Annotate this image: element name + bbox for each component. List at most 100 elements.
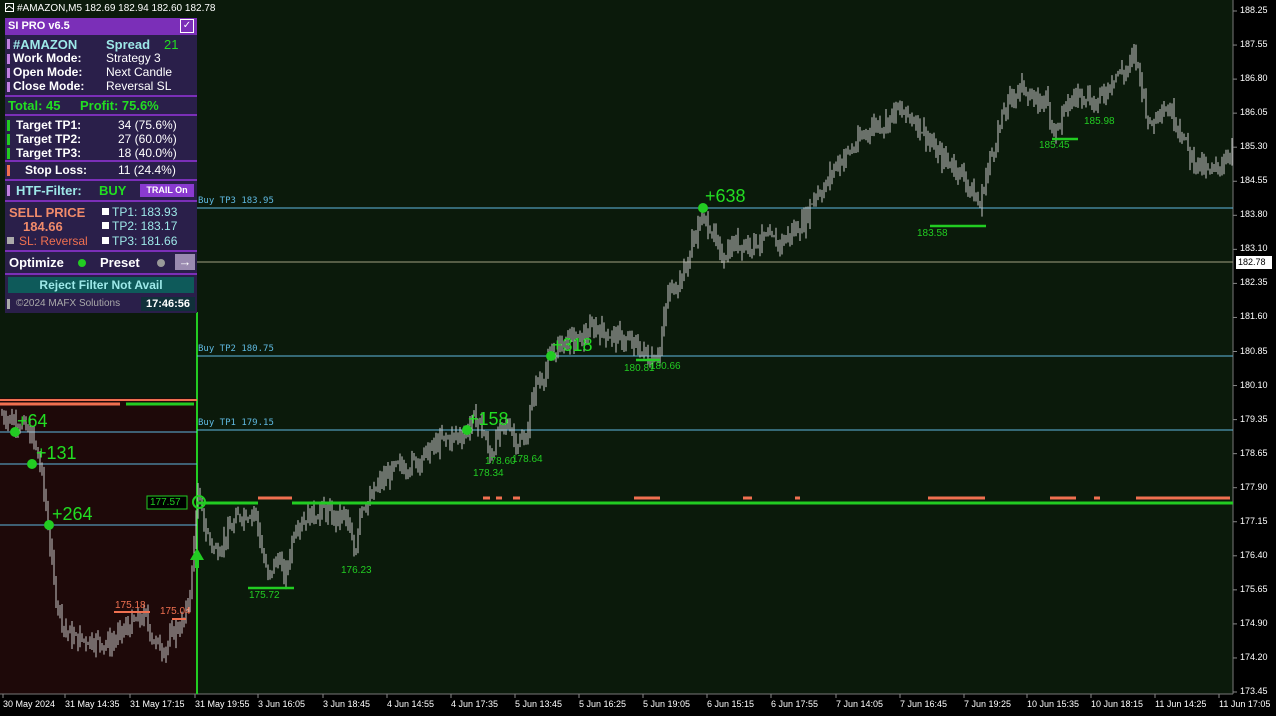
work-mode-value: Strategy 3 bbox=[106, 51, 161, 65]
trail-button[interactable]: TRAIL On bbox=[140, 184, 194, 197]
time-tick-label: 11 Jun 14:25 bbox=[1155, 699, 1207, 709]
sell-price-value: 184.66 bbox=[23, 219, 63, 234]
bullet-marker bbox=[7, 39, 10, 49]
price-tick-label: 180.85 bbox=[1240, 345, 1268, 356]
time-tick-label: 6 Jun 17:55 bbox=[771, 699, 819, 709]
optimize-button[interactable]: Optimize bbox=[9, 255, 64, 270]
price-tick-label: 174.20 bbox=[1240, 651, 1268, 662]
preset-arrow-button[interactable]: → bbox=[175, 254, 195, 270]
preset-button[interactable]: Preset bbox=[100, 255, 140, 270]
time-tick-label: 5 Jun 16:25 bbox=[579, 699, 627, 709]
price-tick-label: 177.15 bbox=[1240, 515, 1268, 526]
high-label-175-04: 175.04 bbox=[160, 606, 191, 617]
price-tick-label: 176.40 bbox=[1240, 549, 1268, 560]
low-label-180-66: 180.66 bbox=[650, 361, 681, 372]
tp1-profit-label: +158 bbox=[468, 409, 509, 429]
optimize-status-dot bbox=[78, 259, 86, 267]
sell-tp2-profit-label: +131 bbox=[36, 443, 77, 463]
tp-bullet bbox=[102, 208, 109, 215]
panel-title-bar: SI PRO v6.5 ✓ bbox=[5, 18, 197, 35]
time-tick-label: 11 Jun 17:05 bbox=[1219, 699, 1271, 709]
price-tick-label: 177.90 bbox=[1240, 481, 1268, 492]
bullet-marker bbox=[7, 134, 10, 145]
time-tick-label: 3 Jun 16:05 bbox=[258, 699, 306, 709]
spread-value: 21 bbox=[164, 37, 179, 52]
time-tick-label: 31 May 14:35 bbox=[65, 699, 120, 709]
tp2-price: TP2: 183.17 bbox=[112, 219, 178, 233]
tp1-stat-label: Target TP1: bbox=[16, 118, 82, 132]
time-tick-label: 4 Jun 17:35 bbox=[451, 699, 499, 709]
spread-label: Spread bbox=[106, 37, 151, 52]
open-mode-label: Open Mode: bbox=[13, 65, 83, 79]
price-tick-label: 184.55 bbox=[1240, 175, 1268, 186]
time-tick-label: 10 Jun 15:35 bbox=[1027, 699, 1080, 709]
time-tick-label: 7 Jun 19:25 bbox=[964, 699, 1012, 709]
tp3-stat-value: 18 (40.0%) bbox=[118, 146, 177, 160]
price-tick-label: 186.80 bbox=[1240, 73, 1268, 84]
time-tick-label: 30 May 2024 bbox=[3, 699, 56, 709]
panel-stoploss-row: Stop Loss: 11 (24.4%) bbox=[5, 162, 197, 179]
time-tick-label: 4 Jun 14:55 bbox=[387, 699, 435, 709]
price-tick-label: 185.30 bbox=[1240, 141, 1268, 152]
price-tick-label: 187.55 bbox=[1240, 39, 1268, 50]
symbol-bar: #AMAZON,M5 182.69 182.94 182.60 182.78 bbox=[5, 3, 215, 14]
chart-window-icon bbox=[5, 3, 14, 12]
high-label-175-18: 175.18 bbox=[115, 600, 146, 611]
stoploss-label: Stop Loss: bbox=[25, 163, 87, 177]
bullet-marker bbox=[7, 68, 10, 78]
si-pro-panel: SI PRO v6.5 ✓ #AMAZON Spread 21 Work Mod… bbox=[5, 18, 197, 313]
panel-total-row: Total: 45 Profit: 75.6% bbox=[5, 97, 197, 114]
tp2-stat-value: 27 (60.0%) bbox=[118, 132, 177, 146]
panel-reject-row: Reject Filter Not Avail bbox=[5, 275, 197, 295]
reject-filter-banner: Reject Filter Not Avail bbox=[8, 277, 194, 293]
tp2-stat-label: Target TP2: bbox=[16, 132, 82, 146]
price-tick-label: 186.05 bbox=[1240, 107, 1268, 118]
price-tick-label: 178.65 bbox=[1240, 447, 1268, 458]
price-tick-label: 175.65 bbox=[1240, 583, 1268, 594]
tp1-price: TP1: 183.93 bbox=[112, 205, 178, 219]
price-tick-label: 182.35 bbox=[1240, 277, 1268, 288]
sl-reversal-label: SL: Reversal bbox=[19, 234, 88, 248]
tp3-price: TP3: 181.66 bbox=[112, 234, 178, 248]
low-label-175-72: 175.72 bbox=[249, 590, 280, 601]
price-tick-label: 188.25 bbox=[1240, 5, 1268, 15]
panel-mode-section: #AMAZON Spread 21 Work Mode: Strategy 3 … bbox=[5, 35, 197, 95]
sell-tp3-profit-label: +264 bbox=[52, 504, 93, 524]
htf-filter-label: HTF-Filter: bbox=[16, 183, 82, 198]
price-tick-label: 183.10 bbox=[1240, 243, 1268, 254]
low-label-178-64: 178.64 bbox=[512, 454, 543, 465]
tp-bullet bbox=[102, 222, 109, 229]
total-profit: Profit: 75.6% bbox=[80, 98, 159, 113]
sell-tp1-profit-label: +64 bbox=[17, 411, 48, 431]
low-label-178-60: 178.60 bbox=[485, 456, 516, 467]
low-label-183-58: 183.58 bbox=[917, 228, 948, 239]
time-tick-label: 7 Jun 14:05 bbox=[836, 699, 884, 709]
panel-footer: ©2024 MAFX Solutions 17:46:56 bbox=[5, 295, 197, 313]
panel-signal-section: SELL PRICE 184.66 SL: Reversal TP1: 183.… bbox=[5, 202, 197, 250]
panel-targets-section: Target TP1: 34 (75.6%) Target TP2: 27 (6… bbox=[5, 116, 197, 160]
price-tick-label: 173.45 bbox=[1240, 686, 1268, 696]
panel-checkbox-icon[interactable]: ✓ bbox=[180, 19, 194, 33]
low-label-176-23: 176.23 bbox=[341, 565, 372, 576]
tp2-profit-label: +318 bbox=[552, 335, 593, 355]
price-tick-label: 181.60 bbox=[1240, 311, 1268, 322]
entry-price-label: 177.57 bbox=[150, 497, 181, 508]
stoploss-value: 11 (24.4%) bbox=[118, 163, 176, 177]
price-tick-label: 180.10 bbox=[1240, 379, 1268, 390]
time-tick-label: 5 Jun 19:05 bbox=[643, 699, 691, 709]
price-tick-label: 174.90 bbox=[1240, 617, 1268, 628]
current-price-tag: 182.78 bbox=[1238, 257, 1266, 267]
tp3-stat-label: Target TP3: bbox=[16, 146, 82, 160]
panel-clock: 17:46:56 bbox=[141, 297, 195, 311]
time-tick-label: 10 Jun 18:15 bbox=[1091, 699, 1144, 709]
tp1-stat-value: 34 (75.6%) bbox=[118, 118, 177, 132]
time-tick-label: 7 Jun 16:45 bbox=[900, 699, 948, 709]
time-tick-label: 3 Jun 18:45 bbox=[323, 699, 371, 709]
panel-title: SI PRO v6.5 bbox=[8, 20, 70, 32]
tp-bullet bbox=[102, 237, 109, 244]
low-label-178-34: 178.34 bbox=[473, 468, 504, 479]
sl-bullet bbox=[7, 237, 14, 244]
time-tick-label: 6 Jun 15:15 bbox=[707, 699, 755, 709]
time-tick-label: 31 May 19:55 bbox=[195, 699, 250, 709]
bullet-marker bbox=[7, 54, 10, 64]
